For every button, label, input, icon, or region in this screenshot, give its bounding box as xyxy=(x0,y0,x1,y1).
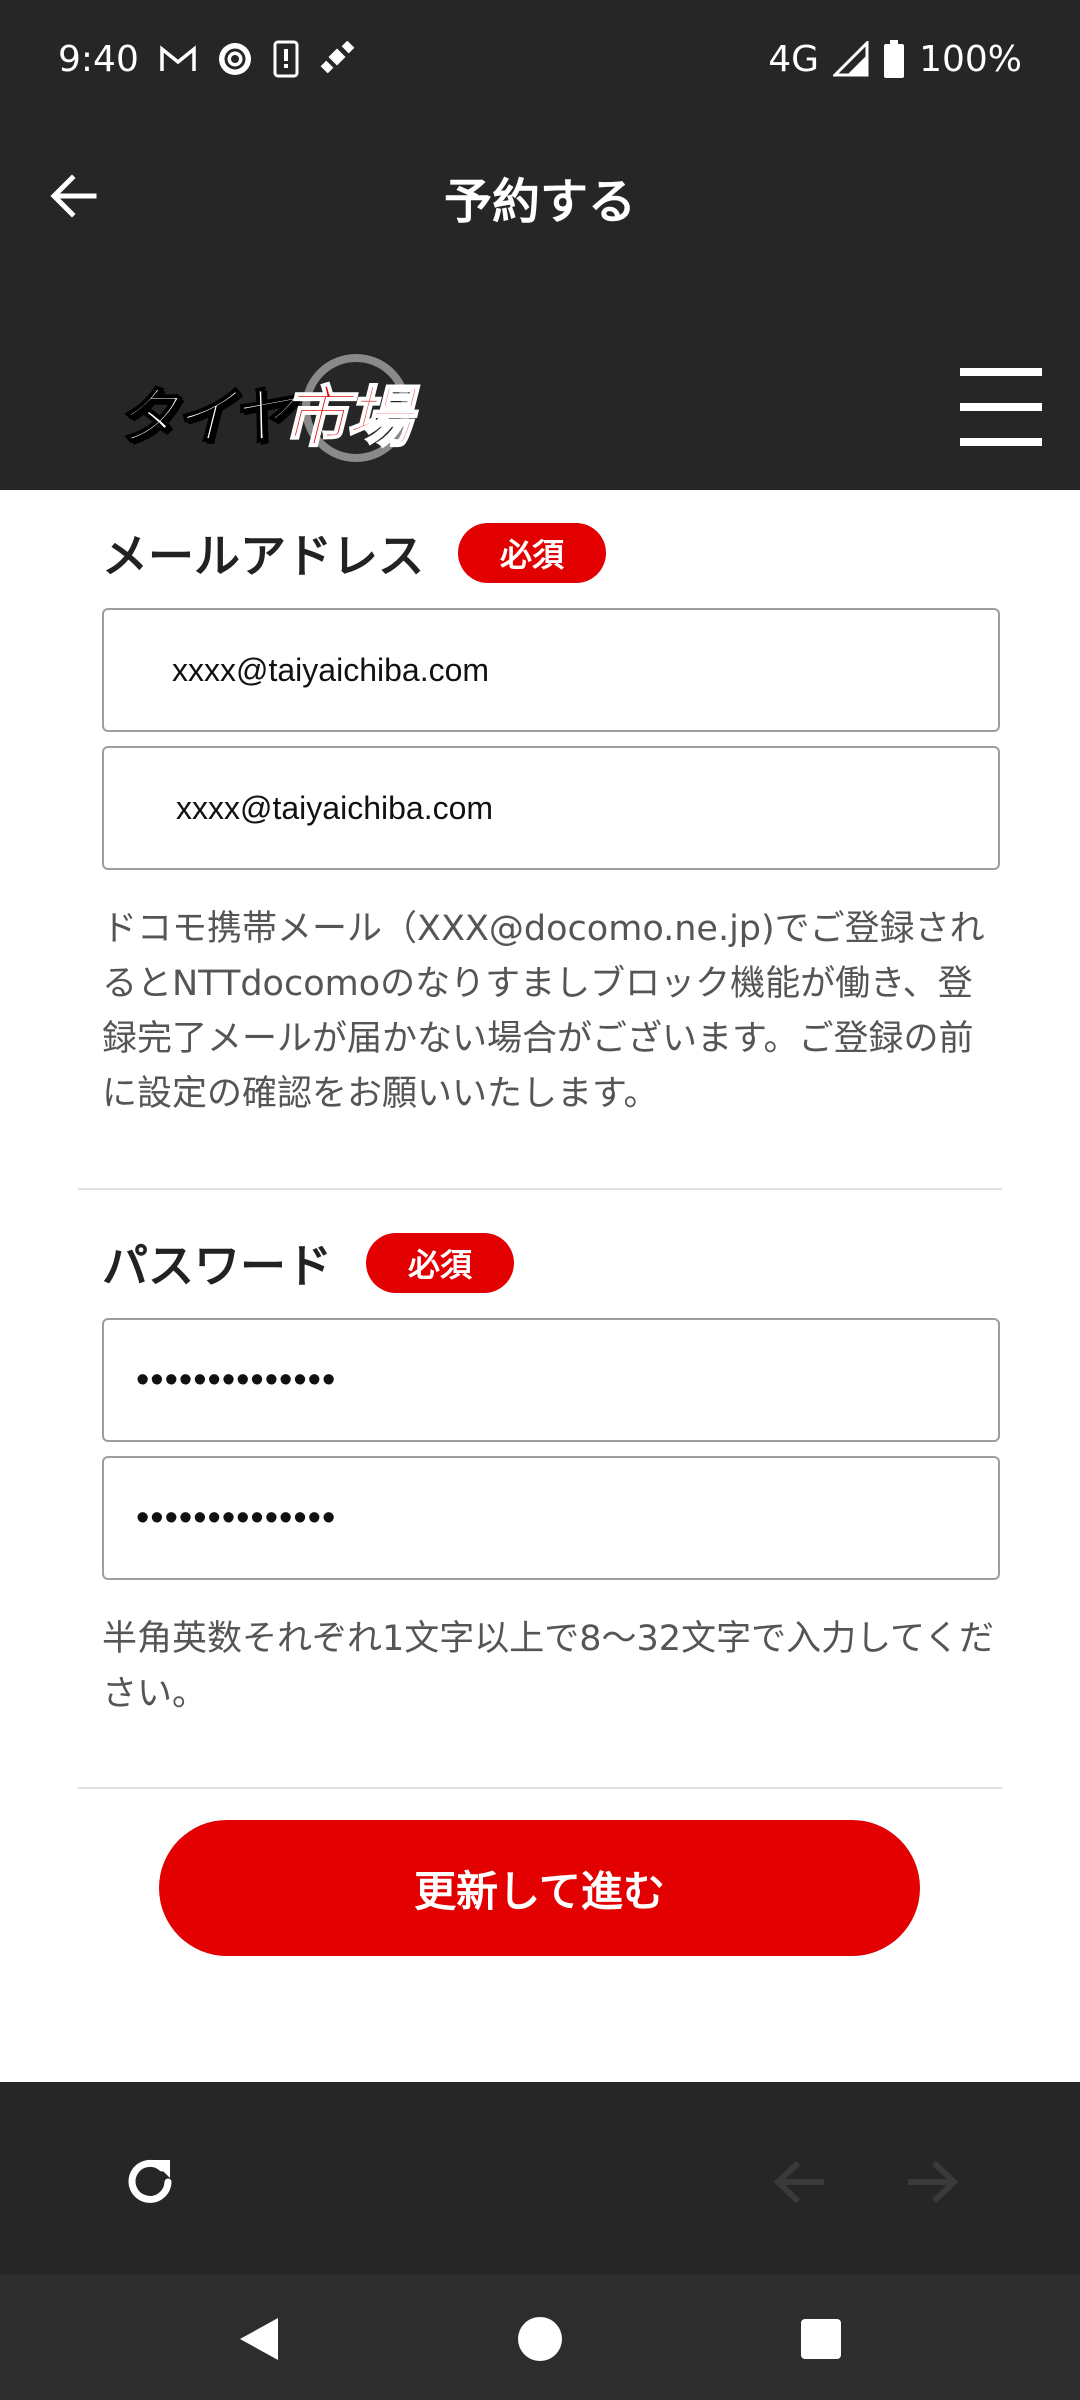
form-content: メールアドレス 必須 ドコモ携帯メール（XXX@docomo.ne.jp)でご登… xyxy=(0,490,1080,2082)
phone-alert-icon xyxy=(273,40,299,78)
battery-percent: 100% xyxy=(919,38,1022,80)
hamburger-menu-icon[interactable] xyxy=(960,366,1042,448)
submit-button[interactable]: 更新して進む xyxy=(159,1820,920,1956)
password-help-text: 半角英数それぞれ1文字以上で8〜32文字で入力してください。 xyxy=(102,1619,994,1714)
required-badge: 必須 xyxy=(366,1233,514,1293)
site-logo[interactable]: タイヤ 市場 xyxy=(112,350,432,462)
app-bar: 予約する xyxy=(0,118,1080,274)
nav-back-icon[interactable] xyxy=(224,2304,294,2374)
email-section-header: メールアドレス 必須 xyxy=(102,520,606,586)
page-title: 予約する xyxy=(443,174,636,230)
logo-text-market: 市場 xyxy=(281,378,413,457)
email-field[interactable] xyxy=(102,608,1000,732)
signal-icon xyxy=(833,41,869,77)
email-label: メールアドレス xyxy=(102,529,424,583)
system-navigation-bar xyxy=(0,2274,1080,2400)
nav-recents-icon[interactable] xyxy=(786,2304,856,2374)
email-help-text: ドコモ携帯メール（XXX@docomo.ne.jp)でご登録されるとNTTdoc… xyxy=(102,909,985,1114)
network-type: 4G xyxy=(768,38,820,80)
screen: 9:40 4G 100% 予約する タイヤ 市場 メールアドレス 必須 xxxx… xyxy=(0,0,1080,2400)
password-section-header: パスワード 必須 xyxy=(102,1230,514,1296)
battery-icon xyxy=(883,40,905,78)
password-confirm-field[interactable] xyxy=(102,1456,1000,1580)
forward-arrow-icon[interactable] xyxy=(892,2142,972,2222)
password-label: パスワード xyxy=(102,1239,332,1293)
logo-text-tire: タイヤ xyxy=(115,379,293,454)
required-badge: 必須 xyxy=(458,523,606,583)
back-arrow-icon[interactable] xyxy=(760,2142,840,2222)
status-time: 9:40 xyxy=(58,38,139,80)
section-divider xyxy=(78,1188,1002,1190)
browser-toolbar xyxy=(0,2082,1080,2274)
nav-home-icon[interactable] xyxy=(505,2304,575,2374)
site-header: タイヤ 市場 xyxy=(0,274,1080,490)
gmail-icon xyxy=(159,44,197,74)
reload-icon[interactable] xyxy=(110,2142,190,2222)
satellite-icon xyxy=(319,41,357,77)
camera-lens-icon xyxy=(217,41,253,77)
status-bar: 9:40 4G 100% xyxy=(0,0,1080,118)
section-divider xyxy=(78,1787,1002,1789)
password-field[interactable] xyxy=(102,1318,1000,1442)
email-confirm-field[interactable] xyxy=(102,746,1000,870)
